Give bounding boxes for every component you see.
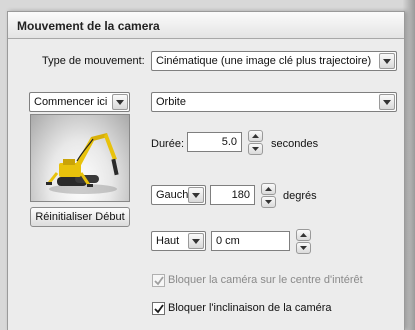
spin-up-icon[interactable] [248, 130, 263, 142]
vertical-distance-value: 0 cm [216, 235, 240, 247]
chevron-down-icon[interactable] [188, 187, 204, 203]
vertical-distance-input[interactable]: 0 cm [211, 231, 290, 251]
angle-unit: degrés [283, 190, 317, 202]
vertical-distance-stepper[interactable] [296, 229, 311, 254]
angle-value: 180 [231, 189, 250, 201]
vertical-direction-value: Haut [156, 235, 180, 247]
movement-type-value: Cinématique (une image clé plus trajecto… [156, 55, 372, 67]
duration-label: Durée: [151, 138, 185, 150]
direction-value: Gauch [156, 189, 189, 201]
panel-title: Mouvement de la camera [17, 19, 160, 33]
spin-down-icon[interactable] [261, 196, 276, 208]
duration-input[interactable]: 5.0 [187, 132, 242, 152]
check-icon [154, 304, 164, 314]
start-position-select[interactable]: Commencer ici [29, 92, 130, 112]
start-position-value: Commencer ici [34, 96, 108, 108]
lock-tilt-label: Bloquer l'inclinaison de la caméra [168, 302, 332, 314]
angle-stepper[interactable] [261, 183, 276, 208]
excavator-preview-icon [46, 133, 119, 194]
duration-value: 5.0 [221, 136, 237, 148]
spin-down-icon[interactable] [248, 143, 263, 155]
lock-tilt-checkbox[interactable] [152, 302, 165, 315]
check-icon [154, 276, 164, 286]
spin-up-icon[interactable] [296, 229, 311, 241]
path-type-value: Orbite [156, 96, 186, 108]
movement-type-select[interactable]: Cinématique (une image clé plus trajecto… [151, 51, 397, 71]
lock-center-checkbox[interactable] [152, 274, 165, 287]
lock-center-label: Bloquer la caméra sur le centre d'intérê… [168, 274, 363, 286]
camera-preview-image [30, 114, 130, 202]
chevron-down-icon[interactable] [379, 94, 395, 110]
chevron-down-icon[interactable] [379, 53, 395, 69]
angle-input[interactable]: 180 [210, 185, 255, 205]
spin-down-icon[interactable] [296, 242, 311, 254]
chevron-down-icon[interactable] [112, 94, 128, 110]
direction-select[interactable]: Gauch [151, 185, 206, 205]
panel-header[interactable]: Mouvement de la camera [8, 12, 404, 39]
vertical-direction-select[interactable]: Haut [151, 231, 206, 251]
chevron-down-icon[interactable] [188, 233, 204, 249]
spin-up-icon[interactable] [261, 183, 276, 195]
duration-unit: secondes [271, 138, 319, 150]
movement-type-label: Type de mouvement: [42, 55, 145, 67]
path-type-select[interactable]: Orbite [151, 92, 397, 112]
reset-start-button[interactable]: Réinitialiser Début [30, 207, 130, 227]
duration-stepper[interactable] [248, 130, 263, 155]
